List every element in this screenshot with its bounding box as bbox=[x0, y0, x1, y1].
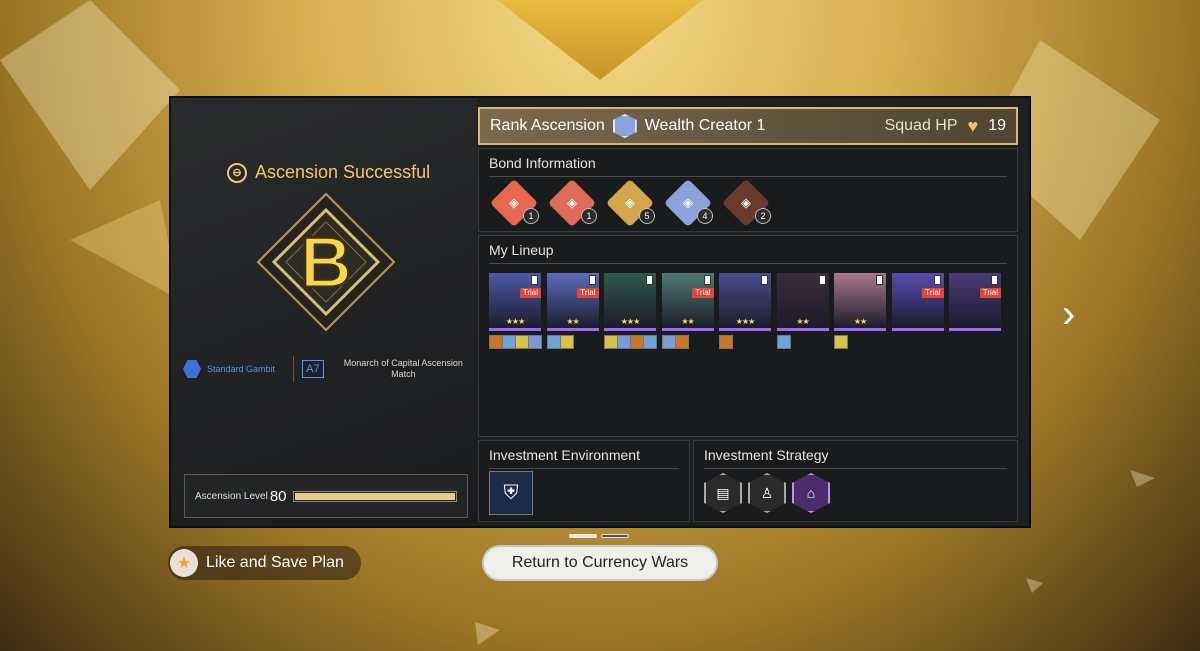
flag-icon bbox=[876, 275, 883, 285]
lineup-title: My Lineup bbox=[489, 242, 554, 258]
relic-icon[interactable] bbox=[489, 335, 503, 349]
character-6[interactable]: ★★ bbox=[776, 273, 829, 331]
level-progress-fill bbox=[294, 492, 455, 500]
page-dot-active[interactable] bbox=[569, 534, 597, 538]
character-8[interactable]: Trial bbox=[891, 273, 944, 331]
character-5[interactable]: ★★★ bbox=[719, 273, 771, 331]
flag-icon bbox=[531, 275, 538, 285]
star-rating: ★★★ bbox=[735, 317, 756, 326]
flag-icon bbox=[761, 275, 768, 285]
strategy-figure-icon[interactable]: ♙ bbox=[748, 473, 786, 513]
rank-label: Rank Ascension bbox=[490, 117, 605, 134]
level-value: 80 bbox=[269, 487, 287, 505]
relic-icon[interactable] bbox=[502, 335, 516, 349]
star-rating: ★★ bbox=[566, 317, 579, 326]
trial-badge: Trial bbox=[577, 288, 599, 298]
rank-bar: Rank Ascension Wealth Creator 1 Squad HP… bbox=[478, 107, 1018, 145]
bond-title: Bond Information bbox=[489, 155, 596, 171]
trial-badge: Trial bbox=[922, 288, 944, 298]
bond-count: 5 bbox=[639, 208, 655, 224]
gambit-info: Standard Gambit A7 Monarch of Capital As… bbox=[183, 354, 473, 384]
flag-icon bbox=[703, 275, 711, 285]
relic-icon[interactable] bbox=[546, 335, 561, 349]
character-4[interactable]: Trial ★★ bbox=[661, 273, 714, 331]
star-rating: ★★★ bbox=[620, 317, 641, 326]
ascension-tag: A7 bbox=[302, 360, 324, 378]
star-rating: ★★ bbox=[796, 317, 809, 326]
squad-hp-value: 19 bbox=[988, 117, 1006, 134]
star-rating: ★★ bbox=[853, 317, 867, 326]
heart-icon: ♥ bbox=[967, 115, 979, 136]
investment-strategy: Investment Strategy ▤ ♙ ⌂ bbox=[693, 440, 1018, 522]
trial-badge: Trial bbox=[692, 288, 714, 298]
ascension-title: ⊖ Ascension Successful bbox=[227, 162, 430, 183]
relic-icon[interactable] bbox=[515, 335, 529, 349]
star-rating: ★★★ bbox=[505, 317, 526, 326]
bond-count: 2 bbox=[755, 208, 771, 224]
environment-icon[interactable]: ⛨ bbox=[489, 471, 533, 515]
relic-icon[interactable] bbox=[674, 335, 689, 349]
ascension-icon: ⊖ bbox=[227, 162, 247, 183]
strategy-shop-icon[interactable]: ⌂ bbox=[792, 473, 830, 513]
gambit-icon bbox=[183, 360, 201, 378]
relic-icon[interactable] bbox=[661, 335, 676, 349]
trial-badge: Trial bbox=[519, 288, 541, 298]
level-progress-bar bbox=[292, 490, 457, 502]
next-arrow-icon[interactable]: › bbox=[1062, 292, 1092, 336]
like-save-label: Like and Save Plan bbox=[206, 554, 344, 571]
trial-badge: Trial bbox=[979, 288, 1001, 298]
grade-badge: B bbox=[256, 192, 396, 332]
strategy-title: Investment Strategy bbox=[704, 447, 829, 463]
relic-icon[interactable] bbox=[528, 335, 542, 349]
my-lineup: My Lineup Trial ★★★ Trial ★★ ★★★ Trial ★★ ★★★ ★★… bbox=[478, 235, 1018, 437]
character-7[interactable]: ★★ bbox=[834, 273, 886, 331]
bond-information: Bond Information ◈ 1 ◈ 1 ◈ 5 ◈ 4 ◈ 2 bbox=[478, 148, 1018, 232]
page-indicator bbox=[569, 534, 629, 538]
character-9[interactable]: Trial bbox=[949, 273, 1001, 331]
star-icon: ★ bbox=[170, 549, 198, 577]
ascension-title-text: Ascension Successful bbox=[255, 162, 431, 182]
character-1[interactable]: Trial ★★★ bbox=[489, 273, 541, 331]
relic-icon[interactable] bbox=[630, 335, 644, 349]
relic-icon[interactable] bbox=[834, 335, 848, 349]
environment-title: Investment Environment bbox=[489, 447, 640, 463]
flag-icon bbox=[588, 275, 596, 285]
return-button[interactable]: Return to Currency Wars bbox=[482, 545, 718, 581]
rank-name: Wealth Creator 1 bbox=[644, 117, 766, 134]
rank-icon bbox=[612, 114, 637, 138]
flag-icon bbox=[933, 275, 941, 285]
character-2[interactable]: Trial ★★ bbox=[546, 273, 599, 331]
relic-icon[interactable] bbox=[604, 335, 618, 349]
mode-label: Monarch of Capital Ascension Match bbox=[343, 358, 463, 379]
result-panel: ⊖ Ascension Successful B Standard Gambit… bbox=[169, 96, 1031, 528]
gambit-label: Standard Gambit bbox=[207, 363, 276, 374]
relic-icon[interactable] bbox=[776, 335, 791, 349]
flag-icon bbox=[991, 275, 998, 285]
relic-icon[interactable] bbox=[719, 335, 733, 349]
like-save-button[interactable]: ★ Like and Save Plan bbox=[168, 546, 361, 580]
flag-icon bbox=[646, 275, 653, 285]
relic-icon[interactable] bbox=[643, 335, 657, 349]
character-3[interactable]: ★★★ bbox=[604, 273, 656, 331]
return-label: Return to Currency Wars bbox=[511, 554, 689, 571]
divider bbox=[293, 356, 295, 382]
bond-count: 1 bbox=[581, 208, 597, 224]
flag-icon bbox=[818, 275, 826, 285]
ascension-summary: ⊖ Ascension Successful B Standard Gambit… bbox=[171, 98, 477, 526]
relic-icon[interactable] bbox=[617, 335, 631, 349]
ascension-level: Ascension Level 80 bbox=[184, 474, 468, 518]
investment-environment: Investment Environment ⛨ bbox=[478, 440, 690, 522]
grade-letter: B bbox=[300, 223, 352, 303]
bond-count: 4 bbox=[697, 208, 713, 224]
star-rating: ★★ bbox=[681, 317, 694, 326]
bond-count: 1 bbox=[523, 208, 539, 224]
strategy-document-icon[interactable]: ▤ bbox=[704, 473, 742, 513]
page-dot[interactable] bbox=[601, 534, 629, 538]
squad-hp-label: Squad HP bbox=[884, 117, 958, 134]
relic-icon[interactable] bbox=[559, 335, 574, 349]
level-label: Ascension Level bbox=[195, 490, 268, 502]
